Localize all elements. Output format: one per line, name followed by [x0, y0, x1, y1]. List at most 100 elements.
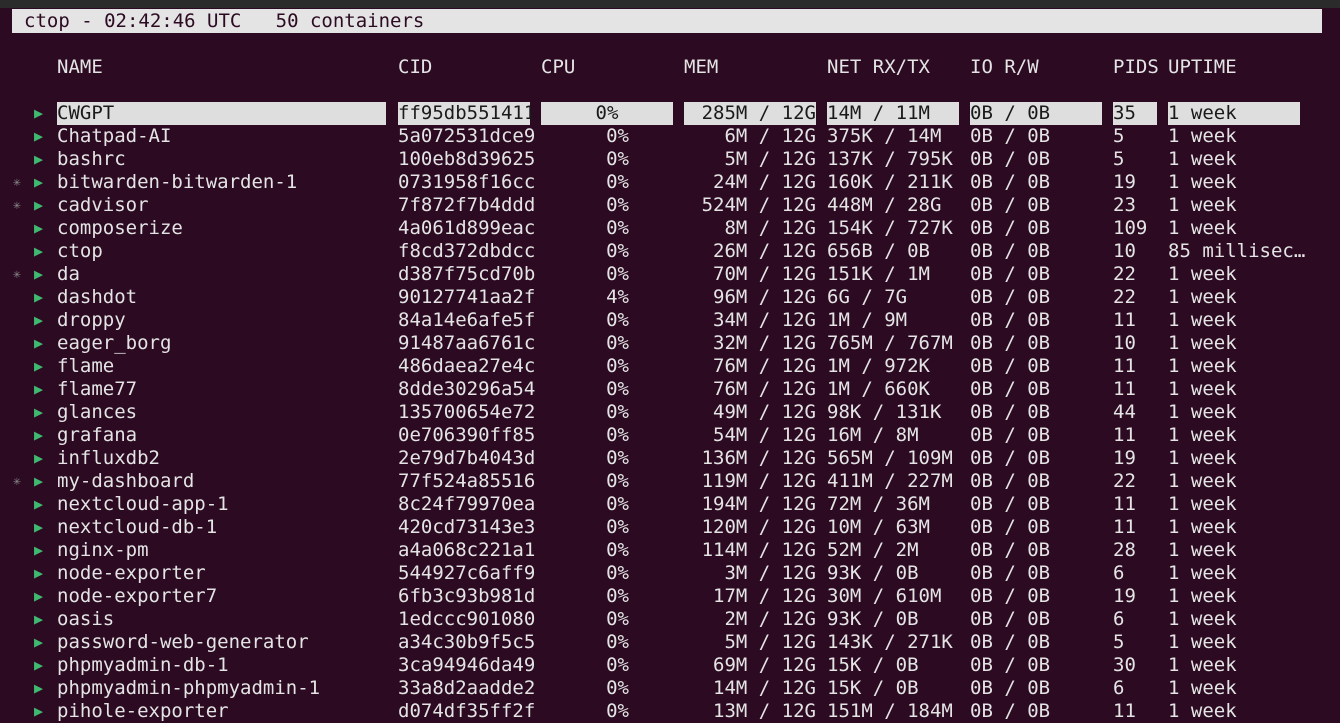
- cell-mem: 24M / 12G: [713, 171, 816, 193]
- cell-cid: 544927c6aff9: [398, 562, 536, 584]
- table-row[interactable]: ✳ ▶ my-dashboard 77f524a85516 0% 119M / 12G 41…: [0, 470, 1340, 493]
- running-state-icon: ▶: [34, 380, 44, 398]
- cell-mem: 8M / 12G: [724, 217, 816, 239]
- cell-cid: 1edccc901080: [398, 608, 536, 630]
- cell-mem: 120M / 12G: [701, 516, 816, 538]
- cell-io: 0B / 0B: [970, 125, 1051, 147]
- cell-cid: d387f75cd70b: [398, 263, 536, 285]
- table-row[interactable]: ▶ influxdb2 2e79d7b4043d 0% 136M / 12G 565M /…: [0, 447, 1340, 470]
- cell-io: 0B / 0B: [970, 677, 1051, 699]
- status-star-icon: ✳: [13, 198, 21, 213]
- cell-mem: 6M / 12G: [724, 125, 816, 147]
- cell-uptime: 1 week: [1168, 539, 1237, 561]
- table-row[interactable]: ▶ Chatpad-AI 5a072531dce9 0% 6M / 12G 375K / …: [0, 125, 1340, 148]
- table-row[interactable]: ▶ grafana 0e706390ff85 0% 54M / 12G 16M / 8M 0…: [0, 424, 1340, 447]
- column-header-cid[interactable]: CID: [398, 56, 432, 79]
- cell-mem: 119M / 12G: [701, 470, 816, 492]
- cell-io: 0B / 0B: [970, 562, 1051, 584]
- cell-cpu: 0%: [606, 332, 629, 354]
- cell-pids: 30: [1113, 654, 1136, 676]
- table-row[interactable]: ✳ ▶ cadvisor 7f872f7b4ddd 0% 524M / 12G 448M /…: [0, 194, 1340, 217]
- window-top-strip: [0, 0, 1340, 8]
- column-header-mem[interactable]: MEM: [684, 56, 718, 79]
- cell-uptime: 1 week: [1168, 631, 1237, 653]
- cell-uptime: 1 week: [1168, 700, 1237, 722]
- cell-cpu: 4%: [606, 286, 629, 308]
- cell-cpu: 0%: [606, 125, 629, 147]
- status-star-icon: ✳: [13, 175, 21, 190]
- cell-cpu: 0%: [606, 309, 629, 331]
- table-row[interactable]: ▶ node-exporter 544927c6aff9 0% 3M / 12G 93K …: [0, 562, 1340, 585]
- cell-pids: 28: [1113, 539, 1136, 561]
- running-state-icon: ▶: [34, 403, 44, 421]
- cell-net: 93K / 0B: [827, 562, 919, 584]
- cell-uptime: 1 week: [1168, 470, 1237, 492]
- cell-cid: 486daea27e4c: [398, 355, 536, 377]
- cell-mem: 194M / 12G: [701, 493, 816, 515]
- cell-cpu: 0%: [606, 654, 629, 676]
- table-row[interactable]: ▶ ctop f8cd372dbdcc 0% 26M / 12G 656B / 0B 0B …: [0, 240, 1340, 263]
- table-row[interactable]: ✳ ▶ bitwarden-bitwarden-1 0731958f16cc 0% 24M…: [0, 171, 1340, 194]
- cell-cpu: 0%: [606, 401, 629, 423]
- cell-cpu: 0%: [606, 194, 629, 216]
- cell-cpu: 0%: [606, 424, 629, 446]
- table-row[interactable]: ▶ droppy 84a14e6afe5f 0% 34M / 12G 1M / 9M 0B …: [0, 309, 1340, 332]
- table-row[interactable]: ▶ oasis 1edccc901080 0% 2M / 12G 93K / 0B 0B /…: [0, 608, 1340, 631]
- table-row[interactable]: ✳ ▶ da d387f75cd70b 0% 70M / 12G 151K / 1M 0B /…: [0, 263, 1340, 286]
- table-row[interactable]: ▶ node-exporter7 6fb3c93b981d 0% 17M / 12G 30…: [0, 585, 1340, 608]
- cell-cid: 77f524a85516: [398, 470, 536, 492]
- cell-cpu: 0%: [606, 148, 629, 170]
- table-row[interactable]: ▶ bashrc 100eb8d39625 0% 5M / 12G 137K / 795K…: [0, 148, 1340, 171]
- cell-cpu: 0%: [606, 608, 629, 630]
- cell-cpu: 0%: [606, 585, 629, 607]
- cell-cpu: 0%: [606, 171, 629, 193]
- table-row[interactable]: ▶ password-web-generator a34c30b9f5c5 0% 5M …: [0, 631, 1340, 654]
- cell-name: da: [57, 263, 80, 285]
- cell-io: 0B / 0B: [970, 447, 1051, 469]
- cell-io: 0B / 0B: [970, 309, 1051, 331]
- cell-net: 15K / 0B: [827, 677, 919, 699]
- cell-name: bitwarden-bitwarden-1: [57, 171, 298, 193]
- table-row[interactable]: ▶ pihole-exporter d074df35ff2f 0% 13M / 12G 1…: [0, 700, 1340, 723]
- cell-pids: 11: [1113, 424, 1136, 446]
- cell-io: 0B / 0B: [970, 631, 1051, 653]
- cell-io: 0B / 0B: [970, 332, 1051, 354]
- cell-pids: 22: [1113, 263, 1136, 285]
- table-row[interactable]: ▶ eager_borg 91487aa6761c 0% 32M / 12G 765M /…: [0, 332, 1340, 355]
- cell-mem: 34M / 12G: [713, 309, 816, 331]
- cell-uptime: 1 week: [1168, 447, 1237, 469]
- cell-uptime: 1 week: [1168, 516, 1237, 538]
- cell-net: 52M / 2M: [827, 539, 919, 561]
- column-header-uptime[interactable]: UPTIME: [1168, 56, 1237, 79]
- cell-uptime: 1 week: [1168, 217, 1237, 239]
- table-row[interactable]: ▶ phpmyadmin-db-1 3ca94946da49 0% 69M / 12G 1…: [0, 654, 1340, 677]
- table-row[interactable]: ▶ flame 486daea27e4c 0% 76M / 12G 1M / 972K 0B…: [0, 355, 1340, 378]
- cell-io: 0B / 0B: [970, 424, 1051, 446]
- table-row[interactable]: ▶ CWGPT ff95db551411 0% 285M / 12G 14M / 11M 0…: [0, 102, 1340, 125]
- cell-uptime: 1 week: [1168, 148, 1237, 170]
- cell-mem: 70M / 12G: [713, 263, 816, 285]
- cell-uptime: 1 week: [1168, 677, 1237, 699]
- cell-uptime: 1 week: [1168, 194, 1237, 216]
- running-state-icon: ▶: [34, 288, 44, 306]
- cell-mem: 76M / 12G: [713, 378, 816, 400]
- column-header-pids[interactable]: PIDS: [1113, 56, 1159, 79]
- table-row[interactable]: ▶ glances 135700654e72 0% 49M / 12G 98K / 131…: [0, 401, 1340, 424]
- cell-net: 656B / 0B: [827, 240, 930, 262]
- table-row[interactable]: ▶ nextcloud-db-1 420cd73143e3 0% 120M / 12G 1…: [0, 516, 1340, 539]
- cell-net: 151K / 1M: [827, 263, 930, 285]
- cell-cid: 0731958f16cc: [398, 171, 536, 193]
- cell-uptime: 1 week: [1168, 562, 1237, 584]
- column-header-cpu[interactable]: CPU: [541, 56, 575, 79]
- column-header-io[interactable]: IO R/W: [970, 56, 1039, 79]
- table-row[interactable]: ▶ phpmyadmin-phpmyadmin-1 33a8d2aadde2 0% 14…: [0, 677, 1340, 700]
- column-header-name[interactable]: NAME: [57, 56, 103, 79]
- table-row[interactable]: ▶ nginx-pm a4a068c221a1 0% 114M / 12G 52M / 2…: [0, 539, 1340, 562]
- table-row[interactable]: ▶ dashdot 90127741aa2f 4% 96M / 12G 6G / 7G 0B…: [0, 286, 1340, 309]
- table-row[interactable]: ▶ flame77 8dde30296a54 0% 76M / 12G 1M / 660K…: [0, 378, 1340, 401]
- cell-net: 98K / 131K: [827, 401, 942, 423]
- column-header-net[interactable]: NET RX/TX: [827, 56, 930, 79]
- table-row[interactable]: ▶ nextcloud-app-1 8c24f79970ea 0% 194M / 12G…: [0, 493, 1340, 516]
- table-row[interactable]: ▶ composerize 4a061d899eac 0% 8M / 12G 154K /…: [0, 217, 1340, 240]
- cell-pids: 22: [1113, 286, 1136, 308]
